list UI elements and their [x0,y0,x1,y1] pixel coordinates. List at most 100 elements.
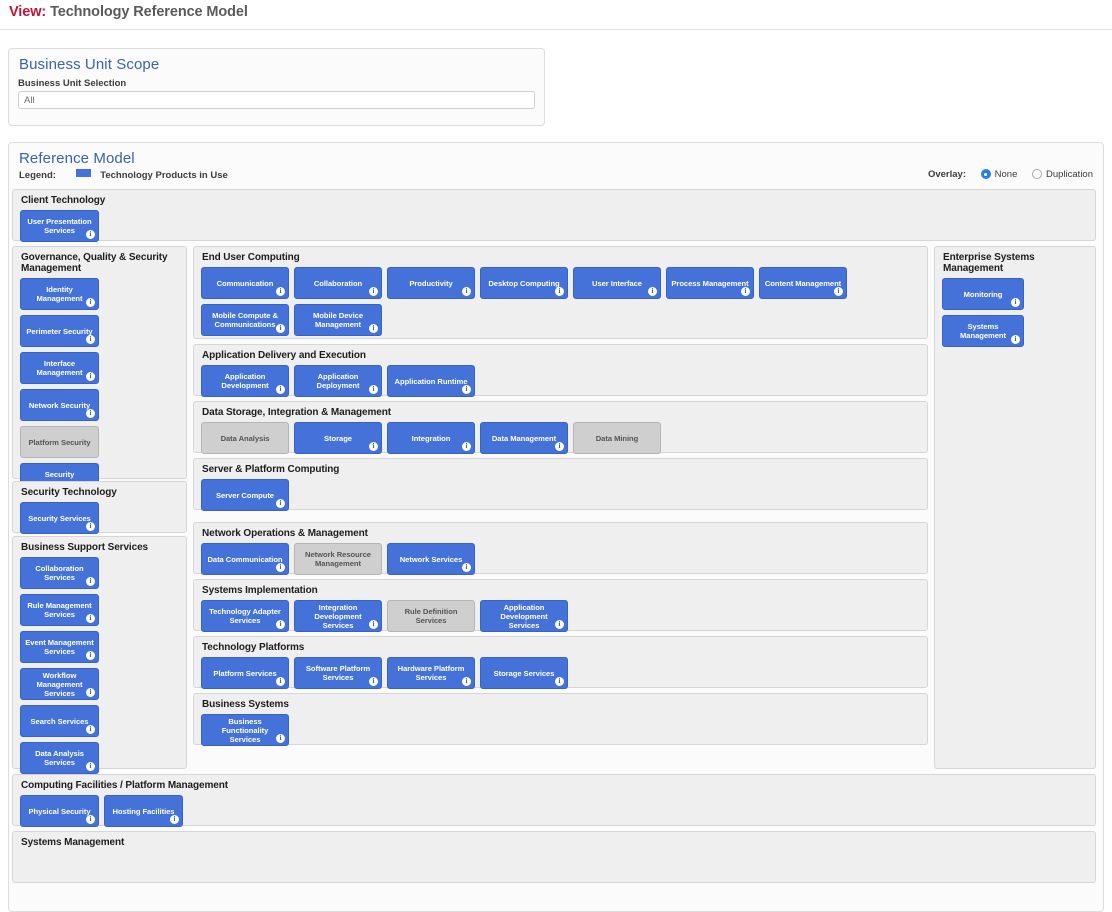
capability-tile[interactable]: Software Platform Servicesi [294,657,382,689]
capability-tile[interactable]: Workflow Management Servicesi [20,668,99,700]
group-title: Application Delivery and Execution [194,345,927,361]
capability-tile[interactable]: Data Analysis [201,422,289,454]
info-icon[interactable]: i [741,287,750,296]
capability-tile[interactable]: Productivityi [387,267,475,299]
info-icon[interactable]: i [170,815,179,824]
info-icon[interactable]: i [1011,335,1020,344]
capability-tile[interactable]: Search Servicesi [20,705,99,737]
info-icon[interactable]: i [86,372,95,381]
info-icon[interactable]: i [462,677,471,686]
info-icon[interactable]: i [276,324,285,333]
capability-tile[interactable]: Integration Development Servicesi [294,600,382,632]
info-icon[interactable]: i [276,734,285,743]
info-icon[interactable]: i [276,287,285,296]
capability-tile[interactable]: Perimeter Securityi [20,315,99,347]
info-icon[interactable]: i [86,230,95,239]
info-icon[interactable]: i [86,298,95,307]
capability-tile[interactable]: Content Managementi [759,267,847,299]
info-icon[interactable]: i [1011,298,1020,307]
info-icon[interactable]: i [86,688,95,697]
capability-tile[interactable]: Network Resource Management [294,543,382,575]
info-icon[interactable]: i [648,287,657,296]
info-icon[interactable]: i [86,409,95,418]
group-computing-facilities-platform-management: Computing Facilities / Platform Manageme… [12,774,1096,826]
capability-tile[interactable]: Data Managementi [480,422,568,454]
capability-tile[interactable]: Data Analysis Servicesi [20,742,99,774]
capability-tile[interactable]: Business Functionality Servicesi [201,714,289,746]
info-icon[interactable]: i [555,620,564,629]
capability-tile[interactable]: Data Mining [573,422,661,454]
capability-tile[interactable]: Hardware Platform Servicesi [387,657,475,689]
capability-tile[interactable]: Systems Managementi [942,315,1024,347]
capability-tile[interactable]: Collaboration Servicesi [20,557,99,589]
capability-tile[interactable]: Application Development Servicesi [480,600,568,632]
capability-tile[interactable]: Rule Definition Services [387,600,475,632]
capability-tile[interactable]: Application Deploymenti [294,365,382,397]
capability-tile[interactable]: Rule Management Servicesi [20,594,99,626]
capability-tile[interactable]: Process Managementi [666,267,754,299]
info-icon[interactable]: i [555,287,564,296]
info-icon[interactable]: i [276,620,285,629]
overlay-option-none-label[interactable]: None [995,169,1018,180]
capability-tile[interactable]: Data Communicationi [201,543,289,575]
capability-tile[interactable]: Technology Adapter Servicesi [201,600,289,632]
business-unit-selection-input[interactable]: All [18,91,535,109]
info-icon[interactable]: i [369,324,378,333]
capability-tile[interactable]: Server Computei [201,479,289,511]
capability-tile[interactable]: Platform Servicesi [201,657,289,689]
info-icon[interactable]: i [369,287,378,296]
capability-tile[interactable]: User Presentation Servicesi [20,210,99,242]
capability-tile[interactable]: Integrationi [387,422,475,454]
info-icon[interactable]: i [276,385,285,394]
capability-tile[interactable]: Network Servicesi [387,543,475,575]
info-icon[interactable]: i [369,385,378,394]
capability-tile[interactable]: Application Developmenti [201,365,289,397]
capability-tile-label: Application Development [206,372,284,390]
capability-tile[interactable]: Event Management Servicesi [20,631,99,663]
capability-tile[interactable]: User Interfacei [573,267,661,299]
capability-tile[interactable]: Collaborationi [294,267,382,299]
info-icon[interactable]: i [462,563,471,572]
capability-tile[interactable]: Identity Managementi [20,278,99,310]
info-icon[interactable]: i [555,442,564,451]
info-icon[interactable]: i [462,442,471,451]
info-icon[interactable]: i [555,677,564,686]
info-icon[interactable]: i [86,762,95,771]
info-icon[interactable]: i [86,815,95,824]
capability-tile[interactable]: Storage Servicesi [480,657,568,689]
info-icon[interactable]: i [462,385,471,394]
info-icon[interactable]: i [86,335,95,344]
info-icon[interactable]: i [86,651,95,660]
capability-tile[interactable]: Application Runtimei [387,365,475,397]
info-icon[interactable]: i [369,677,378,686]
info-icon[interactable]: i [86,577,95,586]
capability-tile[interactable]: Interface Managementi [20,352,99,384]
capability-tile[interactable]: Monitoringi [942,278,1024,310]
overlay-radio-duplication[interactable] [1032,169,1042,179]
info-icon[interactable]: i [276,677,285,686]
capability-tile-label: Data Mining [596,434,638,443]
info-icon[interactable]: i [369,442,378,451]
info-icon[interactable]: i [369,620,378,629]
capability-tile[interactable]: Mobile Device Managementi [294,304,382,336]
info-icon[interactable]: i [462,287,471,296]
capability-tile[interactable]: Platform Security [20,426,99,458]
info-icon[interactable]: i [834,287,843,296]
info-icon[interactable]: i [276,563,285,572]
legend-label: Legend: [19,170,56,181]
overlay-radio-none[interactable] [981,169,991,179]
info-icon[interactable]: i [86,725,95,734]
capability-tile[interactable]: Hosting Facilitiesi [104,795,183,827]
info-icon[interactable]: i [86,522,95,531]
capability-tile[interactable]: Desktop Computingi [480,267,568,299]
capability-tile[interactable]: Security Servicesi [20,502,99,534]
capability-tile[interactable]: Network Securityi [20,389,99,421]
overlay-option-duplication-label[interactable]: Duplication [1046,169,1093,180]
info-icon[interactable]: i [276,499,285,508]
info-icon[interactable]: i [86,614,95,623]
capability-tile[interactable]: Physical Securityi [20,795,99,827]
capability-tile[interactable]: Communicationi [201,267,289,299]
tile-list: Physical SecurityiHosting Facilitiesi [13,791,1095,834]
capability-tile[interactable]: Storagei [294,422,382,454]
capability-tile[interactable]: Mobile Compute & Communicationsi [201,304,289,336]
